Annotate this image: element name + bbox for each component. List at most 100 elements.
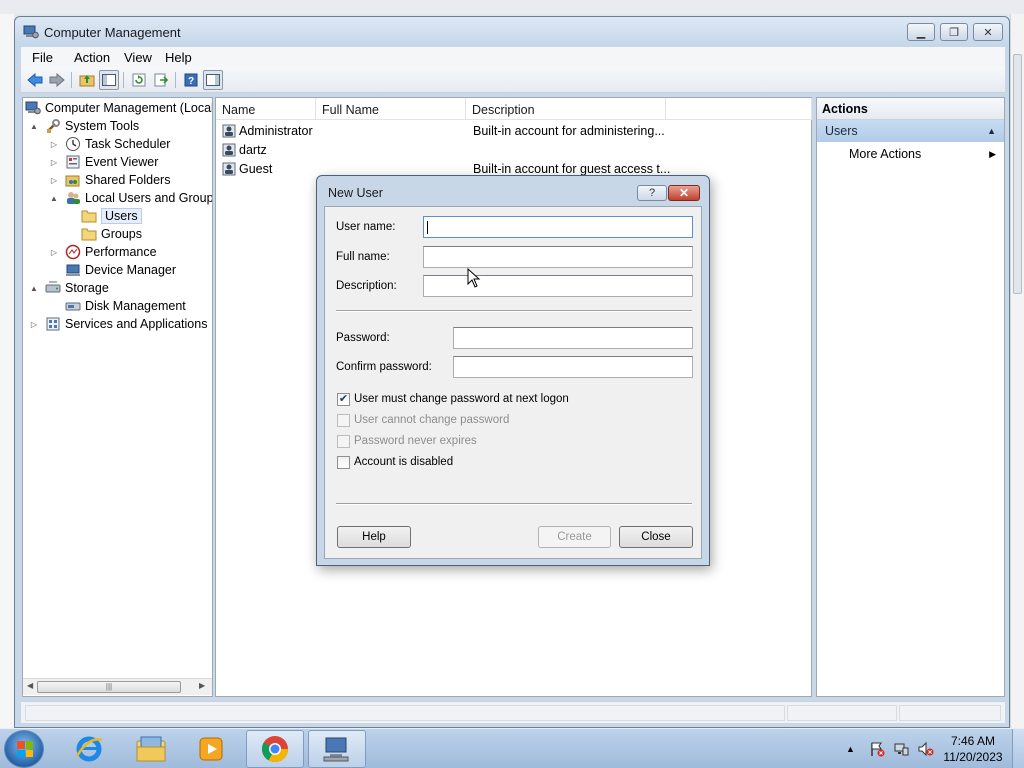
background-window-edge (0, 14, 14, 728)
tree-item-label: Performance (85, 245, 157, 259)
taskbar-media-player[interactable] (182, 730, 240, 768)
tree-item-device-manager[interactable]: Device Manager (65, 261, 176, 279)
list-item[interactable]: Administrator Built-in account for admin… (222, 122, 665, 140)
taskbar-chrome[interactable] (246, 730, 304, 768)
checkbox-unchecked-icon[interactable] (337, 413, 350, 427)
background-scrollbar[interactable] (1010, 14, 1024, 728)
show-hide-console-tree-button[interactable] (99, 70, 119, 90)
tree-horizontal-scrollbar[interactable]: ◀ ||| ▶ (23, 678, 212, 695)
expand-triangle-icon[interactable]: ▷ (29, 319, 39, 329)
start-button[interactable] (4, 730, 44, 768)
refresh-button[interactable] (129, 70, 149, 90)
taskbar-internet-explorer[interactable] (60, 730, 118, 768)
tree-item-local-users-groups[interactable]: ▲ Local Users and Groups (49, 189, 212, 207)
tree-item-label: Shared Folders (85, 173, 171, 187)
dialog-help-button[interactable]: ? (637, 185, 667, 201)
volume-muted-icon[interactable] (917, 741, 935, 757)
tree-item-users[interactable]: Users (81, 207, 142, 225)
user-name: dartz (239, 143, 267, 157)
menu-help[interactable]: Help (165, 50, 192, 65)
password-input[interactable] (453, 327, 693, 349)
restore-icon: ❐ (949, 26, 959, 39)
confirm-password-input[interactable] (453, 356, 693, 378)
collapse-triangle-icon[interactable]: ▲ (29, 283, 39, 293)
up-one-level-button[interactable] (77, 70, 97, 90)
tree-item-shared-folders[interactable]: ▷ Shared Folders (49, 171, 171, 189)
taskbar-computer-management[interactable] (308, 730, 366, 768)
menu-action[interactable]: Action (74, 50, 110, 65)
expand-triangle-icon[interactable]: ▷ (49, 175, 59, 185)
must-change-password-checkbox[interactable]: ✔ User must change password at next logo… (337, 391, 569, 407)
tree-item-performance[interactable]: ▷ Performance (49, 243, 157, 261)
submenu-arrow-icon: ▶ (989, 149, 996, 159)
tree-item-label: Task Scheduler (85, 137, 171, 151)
dialog-title: New User (328, 186, 383, 200)
network-icon[interactable] (893, 741, 909, 757)
close-button[interactable]: Close (619, 526, 693, 548)
menu-file[interactable]: File (32, 50, 53, 65)
collapse-triangle-icon[interactable]: ▲ (49, 193, 59, 203)
tree-item-event-viewer[interactable]: ▷ Event Viewer (49, 153, 159, 171)
expand-triangle-icon[interactable]: ▷ (49, 247, 59, 257)
checkbox-unchecked-icon[interactable] (337, 455, 350, 469)
dialog-close-button[interactable]: ✕ (668, 185, 700, 201)
user-name: Administrator (239, 124, 313, 138)
checkbox-unchecked-icon[interactable] (337, 434, 350, 448)
tree-item-system-tools[interactable]: ▲ System Tools (29, 117, 139, 135)
scrollbar-thumb[interactable]: ||| (37, 681, 181, 693)
actions-section-users[interactable]: Users ▲ (817, 120, 1004, 142)
separator (336, 503, 692, 505)
minimize-button[interactable]: ▁ (907, 23, 935, 41)
back-button[interactable] (25, 70, 45, 90)
account-disabled-checkbox[interactable]: Account is disabled (337, 454, 453, 470)
show-hide-action-pane-button[interactable] (203, 70, 223, 90)
collapse-up-icon[interactable]: ▲ (987, 126, 996, 136)
collapse-triangle-icon[interactable]: ▲ (29, 121, 39, 131)
expand-triangle-icon[interactable]: ▷ (49, 139, 59, 149)
user-icon (222, 162, 236, 176)
show-desktop-button[interactable] (1012, 729, 1024, 768)
forward-button[interactable] (47, 70, 67, 90)
tree-item-services-applications[interactable]: ▷ Services and Applications (29, 315, 208, 333)
tree-item-storage[interactable]: ▲ Storage (29, 279, 109, 297)
column-header-description[interactable]: Description (466, 98, 666, 120)
media-player-icon (199, 737, 223, 761)
scroll-left-icon[interactable]: ◀ (27, 681, 33, 690)
more-actions-item[interactable]: More Actions (849, 147, 921, 161)
help-toolbar-button[interactable]: ? (181, 70, 201, 90)
menu-view[interactable]: View (124, 50, 152, 65)
checkbox-checked-icon[interactable]: ✔ (337, 392, 350, 406)
cannot-change-password-checkbox[interactable]: User cannot change password (337, 412, 509, 428)
description-input[interactable] (423, 275, 693, 297)
system-clock[interactable]: 7:46 AM 11/20/2023 (940, 733, 1006, 765)
back-arrow-icon (27, 73, 43, 87)
column-header-full-name[interactable]: Full Name (316, 98, 466, 120)
scroll-right-icon[interactable]: ▶ (199, 681, 205, 690)
create-button[interactable]: Create (538, 526, 611, 548)
action-center-flag-icon[interactable] (869, 741, 885, 757)
tree-item-computer-management[interactable]: Computer Management (Local (25, 99, 212, 117)
username-input[interactable] (423, 216, 693, 238)
chrome-icon (261, 736, 289, 763)
file-explorer-icon (136, 736, 166, 762)
taskbar-file-explorer[interactable] (122, 730, 180, 768)
action-pane-icon (206, 74, 220, 86)
export-list-button[interactable] (151, 70, 171, 90)
title-bar[interactable]: Computer Management ▁ ❐ ✕ (15, 17, 1009, 47)
help-button[interactable]: Help (337, 526, 411, 548)
column-header-name[interactable]: Name (216, 98, 316, 120)
refresh-icon (132, 73, 146, 87)
fullname-input[interactable] (423, 246, 693, 268)
background-scrollbar-thumb[interactable] (1013, 54, 1022, 294)
show-hidden-icons-icon[interactable]: ▲ (846, 744, 855, 754)
tree-item-label: Users (101, 208, 142, 224)
password-never-expires-checkbox[interactable]: Password never expires (337, 433, 477, 449)
tree-item-task-scheduler[interactable]: ▷ Task Scheduler (49, 135, 170, 153)
maximize-button[interactable]: ❐ (940, 23, 968, 41)
services-applications-icon (45, 316, 61, 332)
expand-triangle-icon[interactable]: ▷ (49, 157, 59, 167)
list-item[interactable]: dartz (222, 141, 473, 159)
tree-item-groups[interactable]: Groups (81, 225, 142, 243)
tree-item-disk-management[interactable]: Disk Management (65, 297, 186, 315)
close-window-button[interactable]: ✕ (973, 23, 1003, 41)
